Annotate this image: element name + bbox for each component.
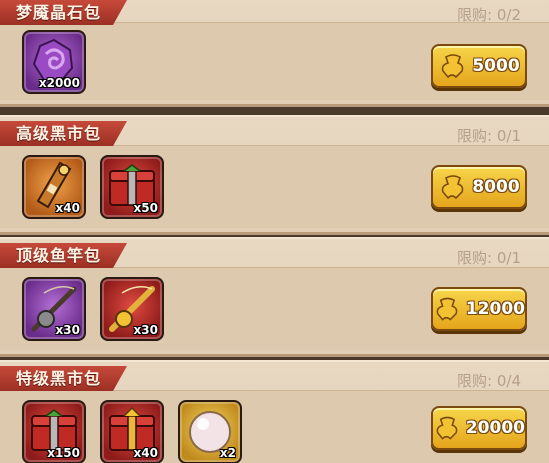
- price-amount: 12000: [465, 299, 525, 319]
- purchase-limit: 限购: 0/1: [457, 127, 521, 145]
- purchase-limit: 限购: 0/4: [457, 372, 521, 390]
- item-slot[interactable]: x40: [100, 400, 164, 463]
- gold-ingot-icon: [442, 175, 464, 200]
- gold-ingot-icon: [436, 416, 458, 440]
- pack-title: 顶级鱼竿包: [0, 243, 127, 268]
- price-amount: 20000: [465, 418, 525, 438]
- item-quantity: x2: [219, 446, 236, 460]
- item-quantity: x150: [47, 446, 80, 460]
- pack-card: 梦魇晶石包 限购: 0/2 x2000 5000: [0, 0, 549, 107]
- item-quantity: x2000: [38, 76, 80, 90]
- buy-button[interactable]: 5000: [431, 44, 527, 88]
- item-slot[interactable]: x30: [22, 277, 86, 341]
- purchase-limit: 限购: 0/1: [457, 249, 521, 267]
- pack-title: 梦魇晶石包: [0, 0, 127, 25]
- item-quantity: x30: [133, 323, 158, 337]
- pack-card: 特级黑市包 限购: 0/4 x150 x40 x2 20000: [0, 360, 549, 463]
- price-amount: 8000: [472, 177, 520, 197]
- item-quantity: x40: [55, 201, 80, 215]
- buy-button[interactable]: 20000: [431, 406, 527, 450]
- item-slot[interactable]: x50: [100, 155, 164, 219]
- buy-button[interactable]: 12000: [431, 287, 527, 331]
- item-quantity: x40: [133, 446, 158, 460]
- gold-ingot-icon: [436, 297, 458, 321]
- gold-ingot-icon: [442, 54, 464, 79]
- item-slot[interactable]: x40: [22, 155, 86, 219]
- item-slot[interactable]: x150: [22, 400, 86, 463]
- price-amount: 5000: [472, 56, 520, 76]
- item-slot[interactable]: x2000: [22, 30, 86, 94]
- pack-title: 高级黑市包: [0, 121, 127, 146]
- pack-title: 特级黑市包: [0, 366, 127, 391]
- pack-card: 顶级鱼竿包 限购: 0/1 x30 x30 12000: [0, 237, 549, 357]
- item-quantity: x30: [55, 323, 80, 337]
- pack-card: 高级黑市包 限购: 0/1 x40 x50 8000: [0, 115, 549, 235]
- item-slot[interactable]: x2: [178, 400, 242, 463]
- item-slot[interactable]: x30: [100, 277, 164, 341]
- item-quantity: x50: [133, 201, 158, 215]
- buy-button[interactable]: 8000: [431, 165, 527, 209]
- purchase-limit: 限购: 0/2: [457, 6, 521, 24]
